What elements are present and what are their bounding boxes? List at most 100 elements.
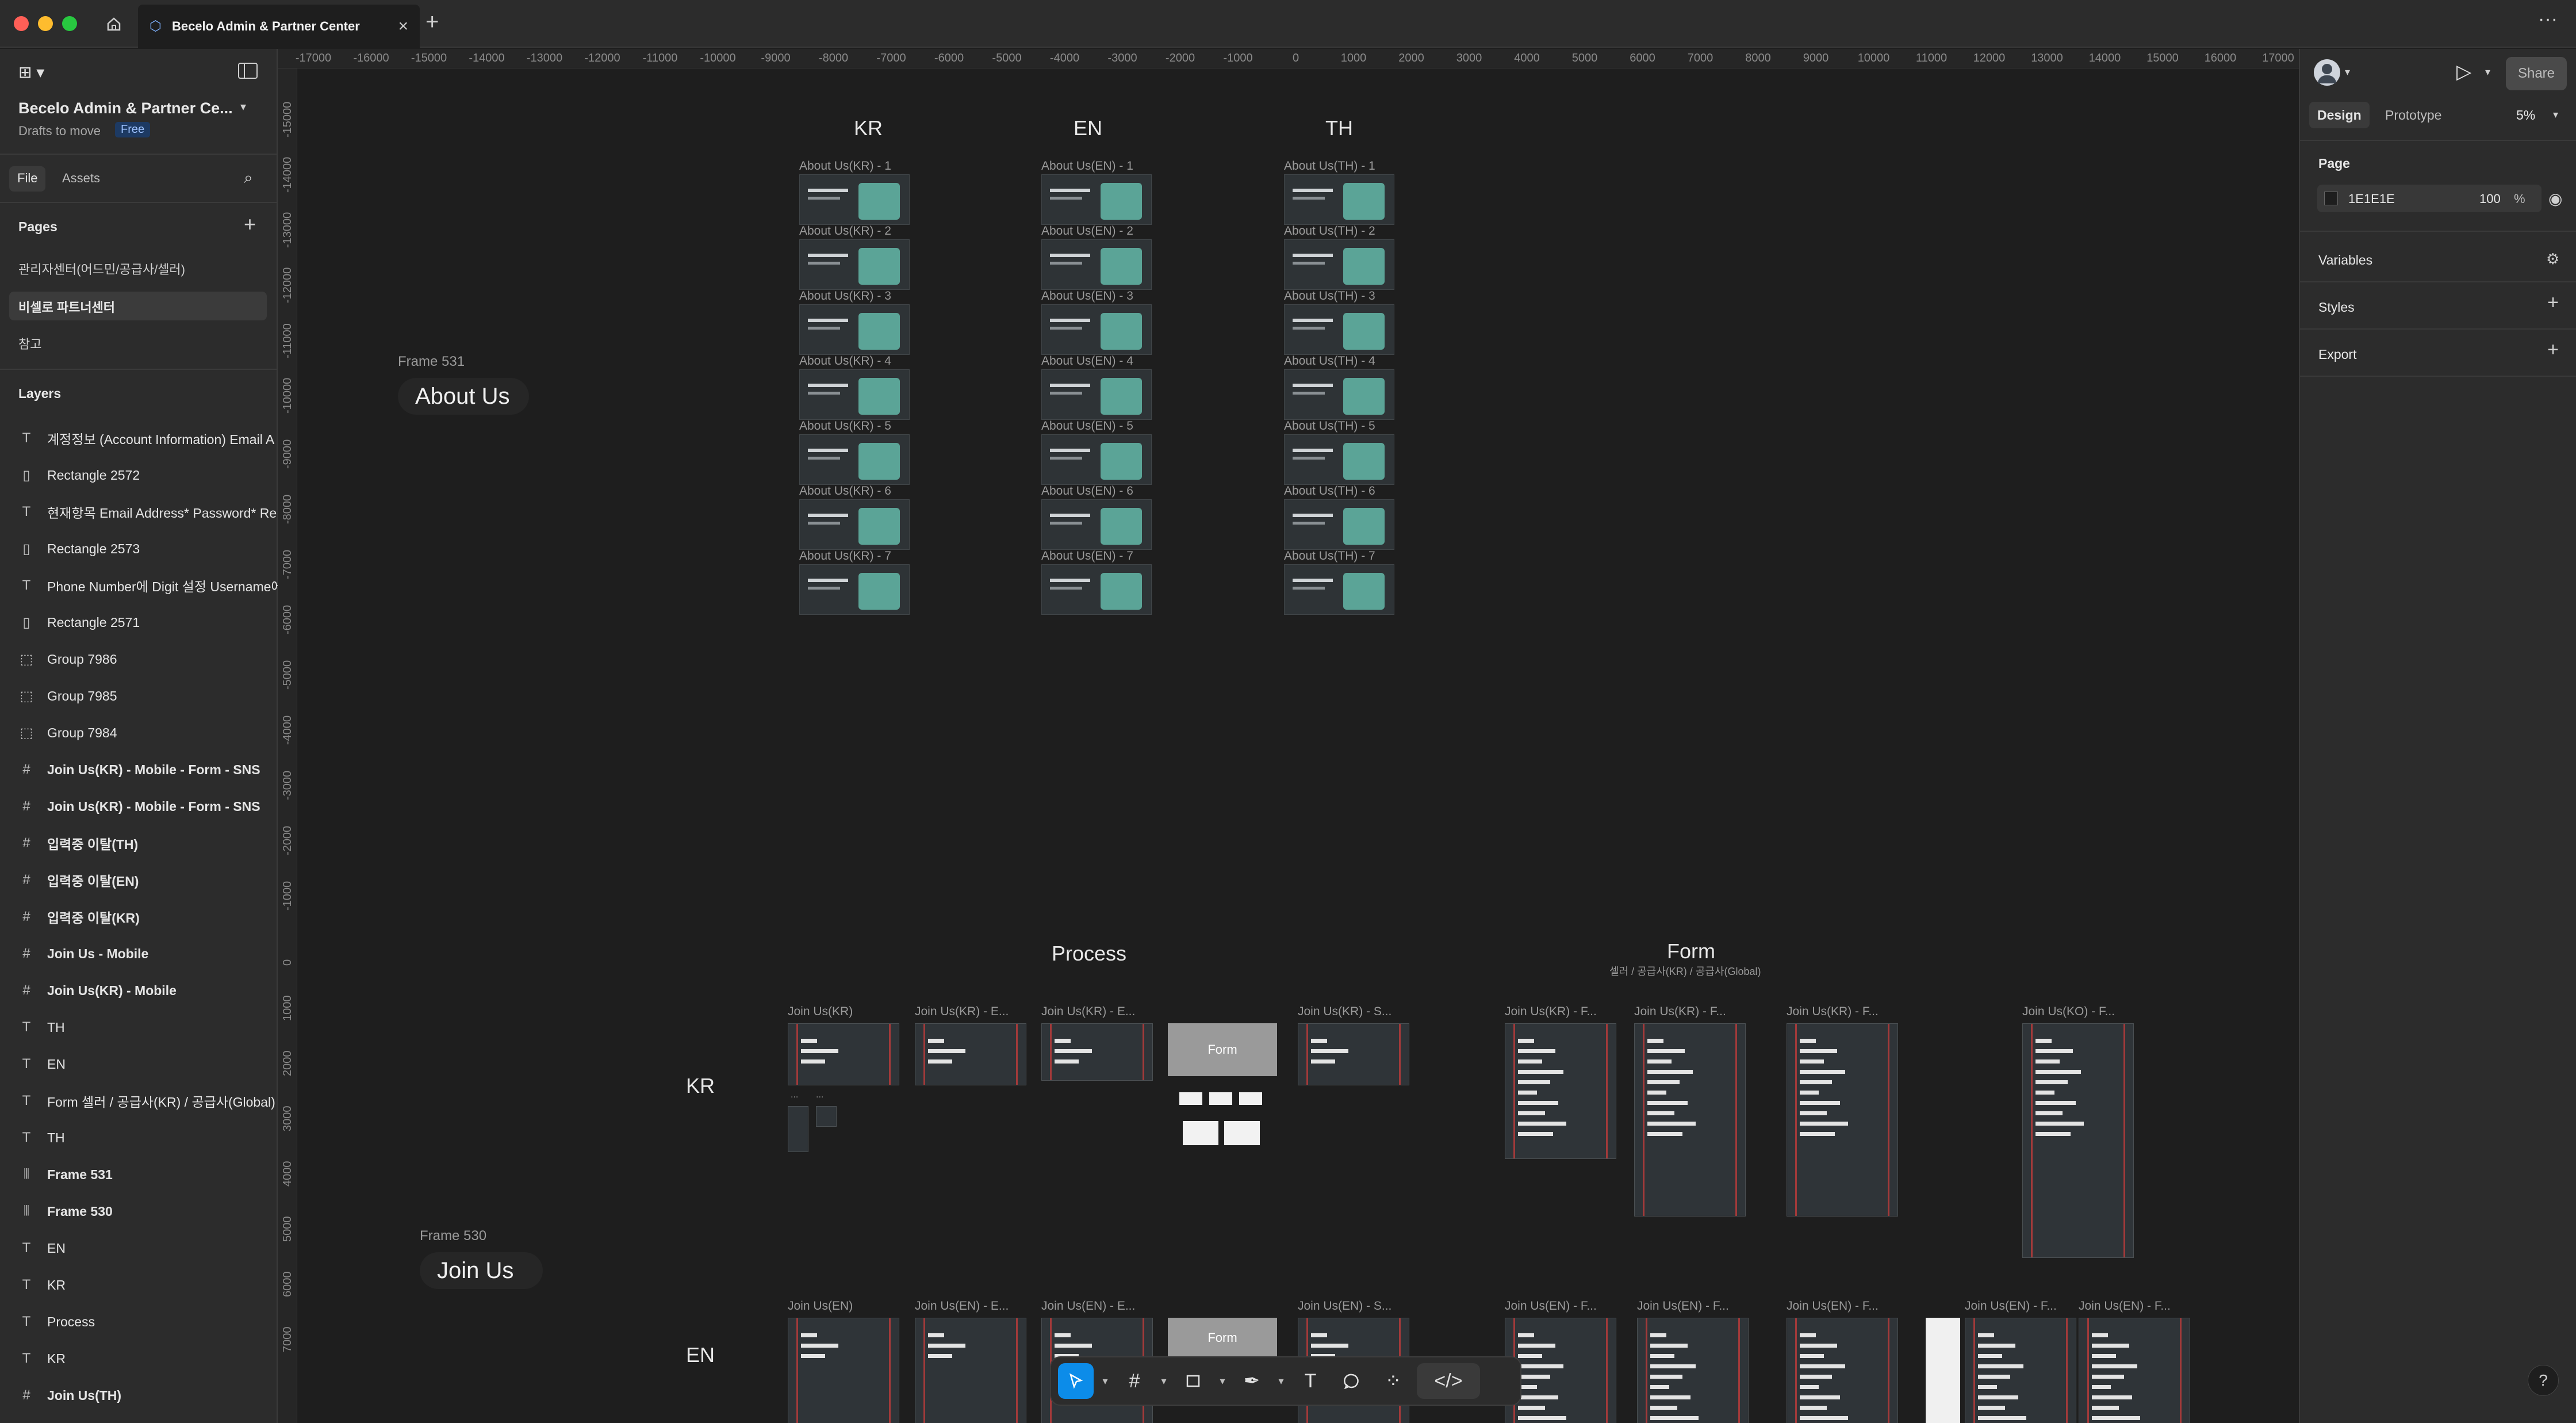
frame-label[interactable]: About Us(TH) - 3 <box>1284 289 1375 303</box>
move-tool-icon[interactable] <box>1058 1363 1094 1399</box>
tab-assets[interactable]: Assets <box>62 171 100 186</box>
main-menu-icon[interactable]: ⊞ ▾ <box>18 63 44 82</box>
layer-item[interactable]: T Form 셀러 / 공급사(KR) / 공급사(Global) <box>0 1082 278 1119</box>
form-step-card[interactable] <box>1239 1092 1262 1105</box>
about-us-frame-thumbnail[interactable] <box>1041 304 1152 355</box>
mobile-frame-thumbnail[interactable] <box>816 1106 837 1127</box>
help-button[interactable]: ? <box>2528 1365 2559 1396</box>
page-item[interactable]: 관리자센터(어드민/공급사/셀러) <box>18 259 185 278</box>
layer-item[interactable]: ▯ Rectangle 2571 <box>0 604 278 641</box>
page-color-hex[interactable]: 1E1E1E <box>2348 192 2395 206</box>
join-us-frame-thumbnail[interactable] <box>788 1318 899 1423</box>
add-page-icon[interactable]: + <box>244 212 256 236</box>
about-us-title[interactable]: About Us <box>398 378 529 415</box>
layer-item[interactable]: # 입력중 이탈(TH) <box>0 825 278 862</box>
frame-label[interactable]: Join Us(KR) - E... <box>915 1005 1009 1019</box>
join-us-frame-thumbnail[interactable] <box>915 1318 1026 1423</box>
join-us-frame-thumbnail[interactable] <box>1965 1318 2076 1423</box>
pen-tool-icon[interactable]: ✒ <box>1234 1363 1270 1399</box>
about-us-frame-thumbnail[interactable] <box>799 499 910 550</box>
frame-label[interactable]: Join Us(EN) - E... <box>1041 1299 1135 1313</box>
page-item[interactable]: 비셀로 파트너센터 <box>18 297 115 316</box>
close-tab-icon[interactable]: × <box>398 17 408 36</box>
about-us-frame-thumbnail[interactable] <box>1041 564 1152 615</box>
join-us-frame-thumbnail[interactable] <box>1637 1318 1749 1423</box>
frame-label[interactable]: About Us(EN) - 7 <box>1041 549 1133 563</box>
layer-item[interactable]: # 입력중 이탈(EN) <box>0 862 278 898</box>
join-us-frame-thumbnail[interactable] <box>1041 1023 1153 1081</box>
frame-label[interactable]: About Us(TH) - 6 <box>1284 484 1375 498</box>
page-item[interactable]: 참고 <box>18 334 41 353</box>
frame-label[interactable]: Join Us(KR) <box>788 1005 853 1019</box>
tab-prototype[interactable]: Prototype <box>2385 108 2441 123</box>
toggle-sidebar-icon[interactable] <box>238 63 258 79</box>
join-us-frame-thumbnail[interactable] <box>1505 1318 1616 1423</box>
about-us-frame-thumbnail[interactable] <box>1041 369 1152 420</box>
join-us-frame-thumbnail[interactable] <box>1787 1023 1898 1217</box>
drafts-label[interactable]: Drafts to move <box>18 124 101 139</box>
layer-item[interactable]: # 입력중 이탈(KR) <box>0 898 278 935</box>
tab-file[interactable]: File <box>9 166 46 192</box>
frame-label[interactable]: About Us(EN) - 4 <box>1041 354 1133 368</box>
chevron-down-icon[interactable]: ▾ <box>1217 1375 1228 1387</box>
layer-item[interactable]: ⬚ Group 7985 <box>0 678 278 714</box>
frame-label[interactable]: About Us(KR) - 4 <box>799 354 891 368</box>
frame-label[interactable]: About Us(TH) - 4 <box>1284 354 1375 368</box>
form-step-card[interactable] <box>1183 1121 1218 1145</box>
about-us-frame-thumbnail[interactable] <box>1284 369 1394 420</box>
chevron-down-icon[interactable]: ▾ <box>2485 66 2490 78</box>
avatar[interactable] <box>2314 59 2340 86</box>
frame-label[interactable]: About Us(TH) - 2 <box>1284 224 1375 238</box>
minimize-window-button[interactable] <box>38 16 53 31</box>
new-tab-icon[interactable]: + <box>425 9 439 35</box>
frame-label[interactable]: Join Us(EN) - E... <box>915 1299 1009 1313</box>
frame-label[interactable]: Join Us(EN) - F... <box>1505 1299 1597 1313</box>
chevron-down-icon[interactable]: ▾ <box>1099 1375 1111 1387</box>
layer-item[interactable]: T Process <box>0 1303 278 1340</box>
layer-item[interactable]: ⬚ Group 7986 <box>0 641 278 678</box>
frame-label[interactable]: About Us(EN) - 3 <box>1041 289 1133 303</box>
color-swatch[interactable] <box>2324 192 2338 205</box>
file-tab[interactable]: ⬡ Becelo Admin & Partner Center × <box>138 5 420 48</box>
frame-label[interactable]: Join Us(KR) - F... <box>1634 1005 1726 1019</box>
frame-label[interactable]: Join Us(EN) - F... <box>2079 1299 2171 1313</box>
tab-design[interactable]: Design <box>2309 102 2370 128</box>
layer-item[interactable]: T Phone Number에 Digit 설정 Username에 <box>0 567 278 604</box>
about-us-frame-thumbnail[interactable] <box>1041 239 1152 290</box>
about-us-frame-thumbnail[interactable] <box>799 174 910 225</box>
about-us-frame-thumbnail[interactable] <box>799 434 910 485</box>
mobile-frame-thumbnail[interactable] <box>788 1106 808 1152</box>
join-us-frame-thumbnail[interactable] <box>1634 1023 1746 1217</box>
form-step-card[interactable] <box>1179 1092 1202 1105</box>
layer-item[interactable]: # Join Us(KR) - Mobile - Form - SNS <box>0 751 278 788</box>
chevron-down-icon[interactable]: ▾ <box>1158 1375 1170 1387</box>
zoom-chevron-icon[interactable]: ▾ <box>2553 109 2558 121</box>
chevron-down-icon[interactable]: ▾ <box>1275 1375 1287 1387</box>
join-us-frame-thumbnail[interactable] <box>1787 1318 1898 1423</box>
page-opacity[interactable]: 100 <box>2479 192 2501 206</box>
frame-label[interactable]: About Us(TH) - 7 <box>1284 549 1375 563</box>
rectangle-tool-icon[interactable] <box>1175 1363 1211 1399</box>
about-us-frame-thumbnail[interactable] <box>799 369 910 420</box>
layer-item[interactable]: # Join Us(KR) - Mobile - Form - SNS <box>0 788 278 825</box>
layer-item[interactable]: ⬚ Group 7984 <box>0 714 278 751</box>
about-us-frame-thumbnail[interactable] <box>1041 499 1152 550</box>
layer-item[interactable]: ⫴ Frame 530 <box>0 1193 278 1230</box>
chevron-down-icon[interactable]: ▾ <box>2345 66 2350 78</box>
white-page-thumbnail[interactable] <box>1926 1318 1960 1423</box>
layer-item[interactable]: T EN <box>0 1230 278 1267</box>
zoom-level[interactable]: 5% <box>2516 108 2535 123</box>
frame-label[interactable]: Join Us(KR) - E... <box>1041 1005 1135 1019</box>
frame-label[interactable]: About Us(EN) - 1 <box>1041 159 1133 173</box>
layer-item[interactable]: T KR <box>0 1267 278 1303</box>
project-chevron-icon[interactable]: ▾ <box>240 100 246 114</box>
layer-item[interactable]: # Join Us(TH) <box>0 1377 278 1414</box>
comment-tool-icon[interactable] <box>1334 1363 1370 1399</box>
about-us-frame-thumbnail[interactable] <box>799 564 910 615</box>
layer-item[interactable]: ▯ Rectangle 2573 <box>0 530 278 567</box>
frame-label[interactable]: Join Us(KO) - F... <box>2022 1005 2115 1019</box>
layer-item[interactable]: ▯ Rectangle 2572 <box>0 457 278 494</box>
layer-item[interactable]: ⫴ Frame 531 <box>0 1156 278 1193</box>
present-play-icon[interactable]: ▷ <box>2456 60 2471 83</box>
layer-item[interactable]: T KR <box>0 1340 278 1377</box>
